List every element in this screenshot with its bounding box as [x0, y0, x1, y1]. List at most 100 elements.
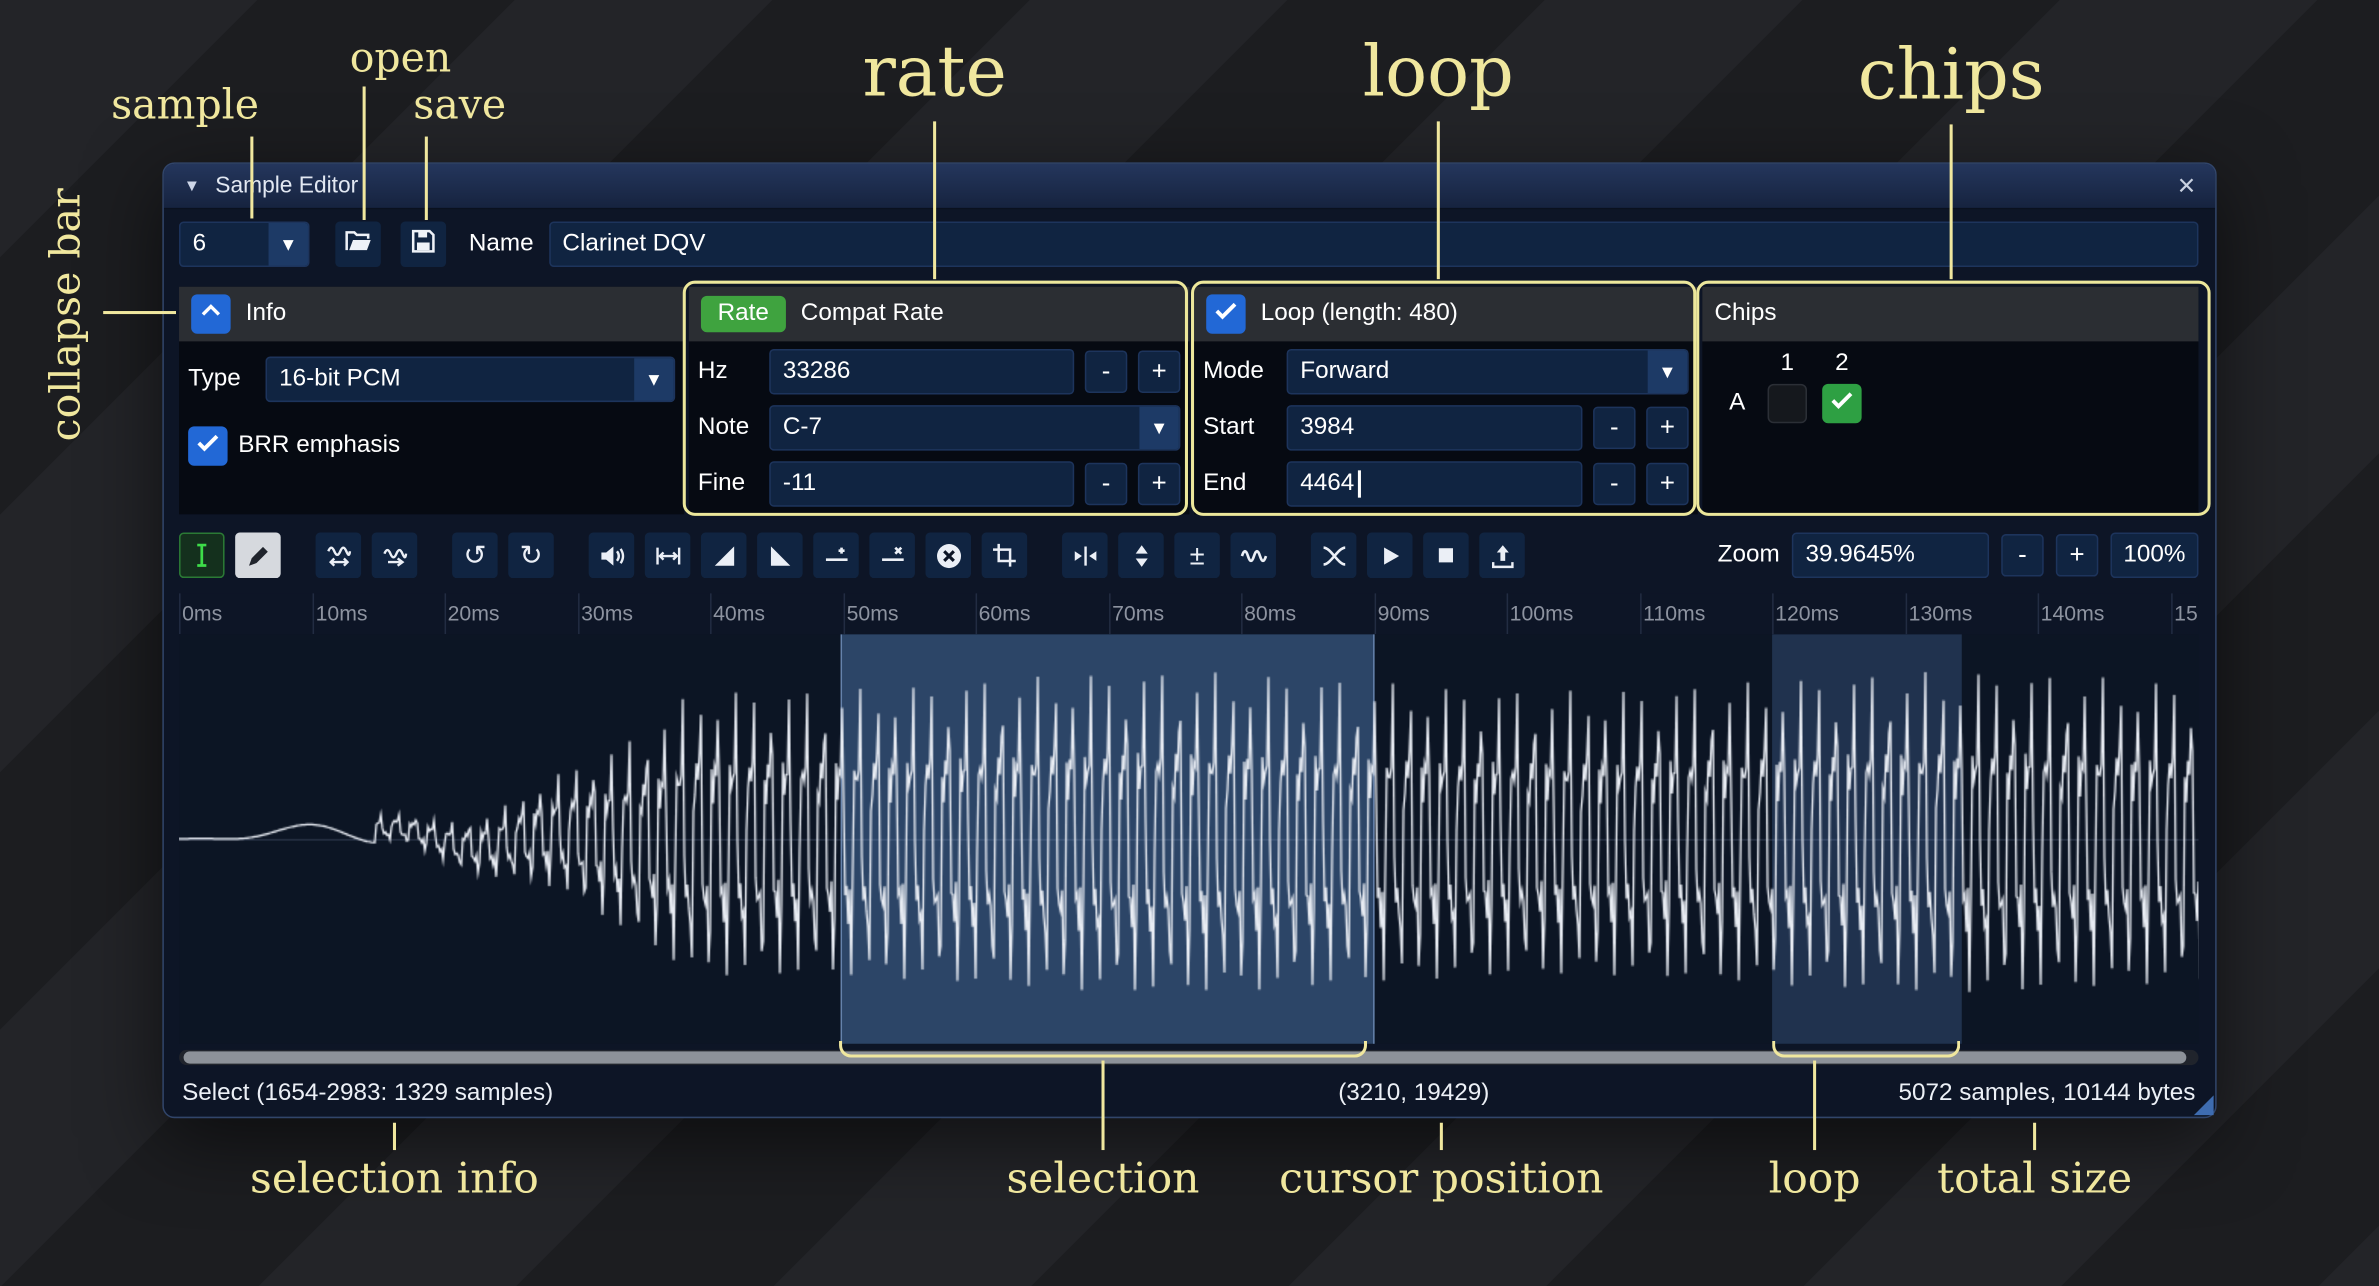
time-ruler[interactable]: 0ms 10ms 20ms 30ms 40ms 50ms 60ms 70ms 8… [179, 593, 2198, 634]
upload-button[interactable] [1479, 533, 1525, 579]
loop-start-input[interactable]: 3984 [1287, 405, 1583, 451]
fine-increment-button[interactable]: + [1138, 462, 1180, 504]
type-label: Type [188, 366, 255, 393]
scrollbar-thumb[interactable] [184, 1051, 2187, 1063]
annotation-selection-info-label: selection info [228, 1153, 562, 1203]
redo-button[interactable]: ↻ [508, 533, 554, 579]
rate-button[interactable]: Rate [701, 296, 786, 332]
fine-decrement-button[interactable]: - [1085, 462, 1127, 504]
ruler-label: 140ms [2041, 601, 2105, 625]
open-button[interactable] [335, 222, 381, 268]
invert-button[interactable] [1118, 533, 1164, 579]
ruler-label: 130ms [1909, 601, 1973, 625]
save-button[interactable] [401, 222, 447, 268]
resize-grip[interactable] [2194, 1095, 2214, 1115]
upload-icon [1488, 541, 1517, 570]
loop-end-decrement-button[interactable]: - [1593, 462, 1635, 504]
brr-emphasis-checkbox[interactable] [188, 426, 227, 465]
loop-panel-header: Loop (length: 480) [1194, 287, 1698, 342]
annotation-loop-marker-label: loop [1648, 1153, 1982, 1203]
chip-1-checkbox[interactable] [1768, 384, 1807, 423]
chips-panel-title: Chips [1714, 300, 1776, 327]
ruler-label: 150ms [2174, 601, 2198, 625]
loop-mode-value: Forward [1300, 359, 1389, 386]
fine-input[interactable]: -11 [769, 461, 1074, 507]
delete-button[interactable] [926, 533, 972, 579]
loop-start-value: 3984 [1300, 414, 1354, 441]
name-input[interactable]: Clarinet DQV [549, 222, 2199, 268]
chip-2-checkbox[interactable] [1822, 384, 1861, 423]
info-panel-body: Type 16-bit PCM ▼ BRR emphasis [179, 341, 684, 514]
ruler-label: 60ms [979, 601, 1031, 625]
floppy-disk-icon [408, 225, 438, 263]
desktop-background: ▼ Sample Editor × 6 ▼ [0, 0, 2379, 1286]
chevron-down-icon[interactable]: ▼ [1648, 351, 1687, 393]
fade-in-button[interactable] [701, 533, 747, 579]
zoom-reset-button[interactable]: 100% [2110, 533, 2198, 579]
fade-in-icon [711, 542, 737, 568]
zoom-in-button[interactable]: + [2056, 534, 2098, 576]
reverse-icon [1070, 541, 1099, 570]
loop-end-increment-button[interactable]: + [1646, 462, 1688, 504]
note-select[interactable]: C-7 ▼ [769, 405, 1180, 451]
preview-button[interactable] [1367, 533, 1413, 579]
apply-silence-button[interactable] [869, 533, 915, 579]
annotation-total-size-label: total size [1868, 1153, 2202, 1203]
ruler-label: 20ms [448, 601, 500, 625]
window-collapse-icon[interactable]: ▼ [184, 177, 201, 195]
ruler-label: 80ms [1244, 601, 1296, 625]
hz-decrement-button[interactable]: - [1085, 351, 1127, 393]
resample-button[interactable] [372, 533, 418, 579]
loop-mode-select[interactable]: Forward ▼ [1287, 349, 1689, 395]
sample-select[interactable]: 6 ▼ [179, 222, 309, 268]
reverse-button[interactable] [1062, 533, 1108, 579]
chevron-up-icon [197, 297, 224, 332]
insert-silence-icon [822, 541, 851, 570]
crossfade-button[interactable] [1311, 533, 1357, 579]
loop-start-increment-button[interactable]: + [1646, 407, 1688, 449]
trim-button[interactable] [982, 533, 1028, 579]
sample-toolbar: ↺ ↻ [179, 530, 2198, 582]
waveform-canvas[interactable] [179, 634, 2198, 1044]
zoom-input[interactable]: 39.9645% [1792, 533, 1989, 579]
select-mode-button[interactable] [179, 533, 225, 579]
annotation-total-size-line [2033, 1123, 2036, 1150]
loop-start-label: Start [1203, 414, 1276, 441]
chevron-down-icon[interactable]: ▼ [1139, 407, 1178, 449]
loop-mode-label: Mode [1203, 359, 1276, 386]
annotation-sample-label: sample [18, 82, 352, 129]
annotation-cursor-position-line [1440, 1123, 1443, 1150]
hz-input[interactable]: 33286 [769, 349, 1074, 395]
normalize-button[interactable] [645, 533, 691, 579]
draw-mode-button[interactable] [235, 533, 281, 579]
resize-button[interactable] [316, 533, 362, 579]
chevron-down-icon[interactable]: ▼ [269, 223, 308, 265]
plus-minus-icon: ± [1190, 539, 1205, 571]
horizontal-scrollbar[interactable] [179, 1050, 2198, 1065]
sample-header-row: 6 ▼ Na [179, 222, 2198, 268]
insert-silence-button[interactable] [813, 533, 859, 579]
zoom-out-button[interactable]: - [2001, 534, 2043, 576]
ruler-label: 70ms [1112, 601, 1164, 625]
undo-button[interactable]: ↺ [452, 533, 498, 579]
amplify-button[interactable] [589, 533, 635, 579]
sample-editor-window: ▼ Sample Editor × 6 ▼ [162, 162, 2216, 1118]
hz-label: Hz [698, 359, 759, 386]
filter-button[interactable] [1230, 533, 1276, 579]
loop-start-decrement-button[interactable]: - [1593, 407, 1635, 449]
titlebar[interactable]: ▼ Sample Editor × [164, 164, 2215, 210]
annotation-collapse-bar-label: collapse bar [43, 178, 90, 451]
loop-enable-checkbox[interactable] [1206, 294, 1245, 333]
status-bar: Select (1654-2983: 1329 samples) (3210, … [179, 1071, 2198, 1117]
collapse-bar-button[interactable] [191, 294, 230, 333]
loop-end-input[interactable]: 4464 [1287, 461, 1583, 507]
chevron-down-icon[interactable]: ▼ [634, 358, 673, 400]
hz-increment-button[interactable]: + [1138, 351, 1180, 393]
annotation-selection-info-line [393, 1123, 396, 1150]
type-select[interactable]: 16-bit PCM ▼ [266, 357, 676, 403]
sign-invert-button[interactable]: ± [1174, 533, 1220, 579]
fade-out-button[interactable] [757, 533, 803, 579]
close-icon[interactable]: × [2178, 171, 2196, 201]
stop-preview-button[interactable] [1423, 533, 1469, 579]
waveform-view[interactable] [179, 634, 2198, 1044]
